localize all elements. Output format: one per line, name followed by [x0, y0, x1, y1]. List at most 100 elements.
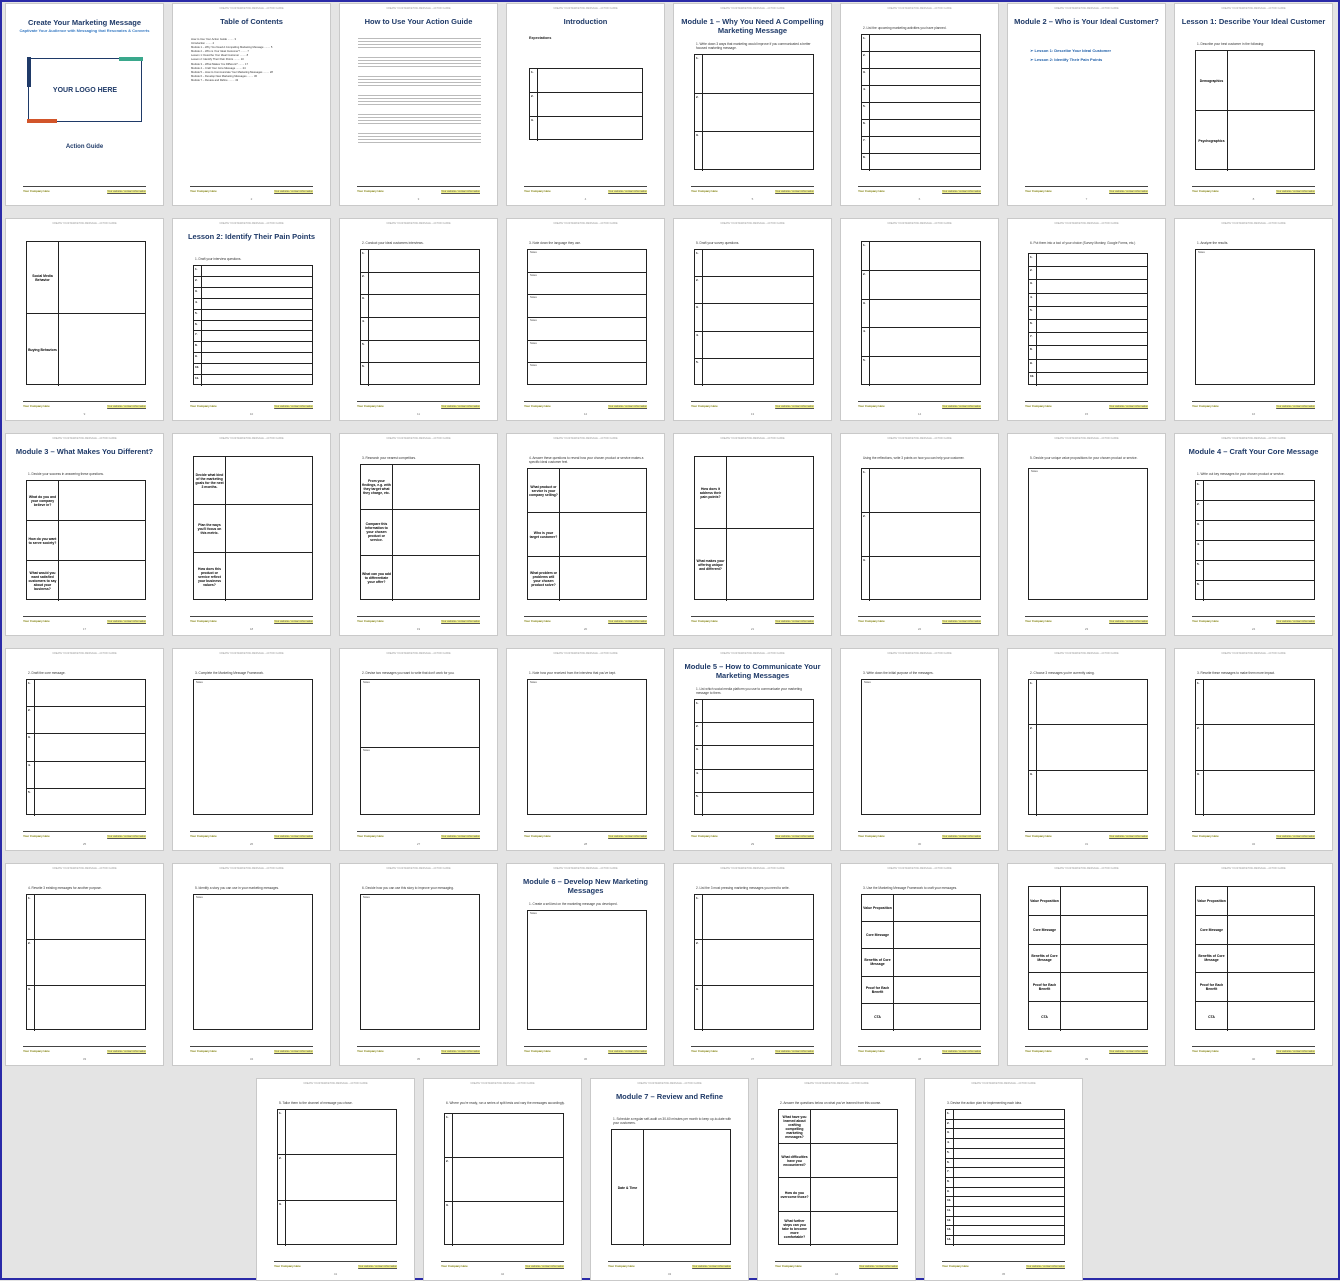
- table-row[interactable]: 3.: [862, 557, 980, 601]
- table-row[interactable]: 1.: [695, 55, 813, 94]
- table-row[interactable]: 3.: [1029, 770, 1147, 816]
- table-row[interactable]: 5.: [946, 1148, 1064, 1159]
- table-row[interactable]: 1.: [445, 1114, 563, 1158]
- page-thumbnail[interactable]: CREATE YOUR MARKETING MESSAGE – ACTION G…: [5, 863, 164, 1066]
- table-row[interactable]: 6.: [946, 1158, 1064, 1169]
- page-thumbnail[interactable]: CREATE YOUR MARKETING MESSAGE – ACTION G…: [673, 863, 832, 1066]
- page-thumbnail[interactable]: CREATE YOUR MARKETING MESSAGE – ACTION G…: [172, 218, 331, 421]
- table-row[interactable]: 5.: [695, 358, 813, 386]
- notes-box[interactable]: Notes: [862, 680, 980, 816]
- page-thumbnail[interactable]: CREATE YOUR MARKETING MESSAGE – ACTION G…: [172, 433, 331, 636]
- table-row[interactable]: 1.: [361, 250, 479, 273]
- table-row[interactable]: 11.: [194, 375, 312, 386]
- page-thumbnail[interactable]: CREATE YOUR MARKETING MESSAGE – ACTION G…: [757, 1078, 916, 1281]
- page-thumbnail[interactable]: CREATE YOUR MARKETING MESSAGE – ACTION G…: [339, 648, 498, 851]
- table-row[interactable]: 1.: [695, 895, 813, 941]
- page-thumbnail[interactable]: CREATE YOUR MARKETING MESSAGE – ACTION G…: [1174, 863, 1333, 1066]
- page-thumbnail[interactable]: CREATE YOUR MARKETING MESSAGE – ACTION G…: [1174, 218, 1333, 421]
- table-row[interactable]: 3.: [862, 299, 980, 329]
- table-row[interactable]: 8.: [946, 1177, 1064, 1188]
- table-row[interactable]: 3.: [1196, 770, 1314, 816]
- table-row[interactable]: 4.: [946, 1139, 1064, 1149]
- table-row[interactable]: 1.: [862, 469, 980, 513]
- table-row[interactable]: 4.: [361, 317, 479, 341]
- table-row[interactable]: 3.: [194, 287, 312, 299]
- table-row[interactable]: CTA: [862, 1003, 980, 1031]
- table-row[interactable]: Demographics: [1196, 51, 1314, 111]
- table-row[interactable]: 2.: [946, 1119, 1064, 1130]
- table-row[interactable]: What can you add to differentiate your o…: [361, 555, 479, 601]
- table-row[interactable]: 3.: [695, 746, 813, 770]
- table-row[interactable]: Core Message: [862, 922, 980, 950]
- notes-box[interactable]: Notes: [528, 318, 646, 341]
- page-thumbnail[interactable]: CREATE YOUR MARKETING MESSAGE – ACTION G…: [5, 218, 164, 421]
- page-thumbnail[interactable]: CREATE YOUR MARKETING MESSAGE – ACTION G…: [339, 3, 498, 206]
- table-row[interactable]: 1.: [862, 35, 980, 52]
- table-row[interactable]: 2.: [1029, 267, 1147, 281]
- table-row[interactable]: What do you and your company believe in?: [27, 481, 145, 521]
- page-thumbnail[interactable]: Create Your Marketing Message Captivate Y…: [5, 3, 164, 206]
- table-row[interactable]: 14.: [946, 1236, 1064, 1246]
- page-thumbnail[interactable]: CREATE YOUR MARKETING MESSAGE – ACTION G…: [673, 433, 832, 636]
- table-row[interactable]: 6.: [1196, 581, 1314, 601]
- table-row[interactable]: 7.: [1029, 333, 1147, 347]
- notes-box[interactable]: Notes: [1029, 469, 1147, 601]
- table-row[interactable]: 1.: [27, 680, 145, 708]
- table-row[interactable]: 1.: [1029, 680, 1147, 726]
- table-row[interactable]: How do you overcome those?: [779, 1178, 897, 1212]
- table-row[interactable]: 9.: [946, 1187, 1064, 1198]
- table-row[interactable]: 2.: [27, 940, 145, 986]
- table-row[interactable]: 3.: [695, 132, 813, 171]
- table-row[interactable]: 2.: [695, 277, 813, 305]
- table-row[interactable]: 9.: [1029, 359, 1147, 373]
- table-row[interactable]: 7.: [946, 1168, 1064, 1178]
- page-thumbnail[interactable]: CREATE YOUR MARKETING MESSAGE – ACTION G…: [339, 218, 498, 421]
- table-row[interactable]: What problem or problems will your chose…: [528, 557, 646, 601]
- table-row[interactable]: 10.: [194, 364, 312, 376]
- table-row[interactable]: 9.: [194, 353, 312, 365]
- table-row[interactable]: 5.: [27, 788, 145, 816]
- table-row[interactable]: 1.: [695, 250, 813, 278]
- table-row[interactable]: Decide what kind of the marketing goals …: [194, 457, 312, 505]
- page-thumbnail[interactable]: CREATE YOUR MARKETING MESSAGE – ACTION G…: [673, 3, 832, 206]
- table-row[interactable]: 10.: [1029, 372, 1147, 386]
- table-row[interactable]: 2.: [361, 272, 479, 296]
- table-row[interactable]: 3.: [695, 304, 813, 332]
- table-row[interactable]: 5.: [862, 103, 980, 120]
- table-row[interactable]: How does it address their pain points?: [695, 457, 813, 529]
- table-row[interactable]: 10.: [946, 1197, 1064, 1208]
- page-thumbnail[interactable]: CREATE YOUR MARKETING MESSAGE – ACTION G…: [506, 648, 665, 851]
- page-thumbnail[interactable]: CREATE YOUR MARKETING MESSAGE – ACTION G…: [423, 1078, 582, 1281]
- table-row[interactable]: 2.: [862, 513, 980, 557]
- table-row[interactable]: Buying Behaviors: [27, 314, 145, 386]
- table-row[interactable]: 2.: [445, 1158, 563, 1202]
- page-thumbnail[interactable]: CREATE YOUR MARKETING MESSAGE – ACTION G…: [506, 3, 665, 206]
- table-row[interactable]: Value Proposition: [1196, 887, 1314, 916]
- table-row[interactable]: 4.: [27, 761, 145, 789]
- notes-box[interactable]: Notes: [194, 895, 312, 1031]
- table-row[interactable]: 6.: [862, 120, 980, 137]
- notes-box[interactable]: Notes: [528, 273, 646, 296]
- page-thumbnail[interactable]: CREATE YOUR MARKETING MESSAGE – ACTION G…: [1007, 863, 1166, 1066]
- table-row[interactable]: Proof for Each Benefit: [862, 976, 980, 1004]
- table-row[interactable]: 6.: [1029, 319, 1147, 334]
- table-row[interactable]: Core Message: [1196, 915, 1314, 945]
- table-row[interactable]: 1.: [530, 69, 642, 93]
- notes-box[interactable]: Notes: [528, 363, 646, 386]
- page-thumbnail[interactable]: CREATE YOUR MARKETING MESSAGE – ACTION G…: [1007, 3, 1166, 206]
- table-row[interactable]: 7.: [194, 331, 312, 343]
- page-thumbnail[interactable]: CREATE YOUR MARKETING MESSAGE – ACTION G…: [506, 863, 665, 1066]
- table-row[interactable]: 2.: [1196, 501, 1314, 521]
- page-thumbnail[interactable]: CREATE YOUR MARKETING MESSAGE – ACTION G…: [506, 218, 665, 421]
- page-thumbnail[interactable]: CREATE YOUR MARKETING MESSAGE – ACTION G…: [673, 218, 832, 421]
- notes-box[interactable]: Notes: [528, 341, 646, 364]
- table-row[interactable]: 2.: [1196, 725, 1314, 771]
- table-row[interactable]: 1.: [278, 1110, 396, 1156]
- table-row[interactable]: How does this product or service reflect…: [194, 553, 312, 601]
- table-row[interactable]: 3.: [1196, 521, 1314, 541]
- page-thumbnail[interactable]: CREATE YOUR MARKETING MESSAGE – ACTION G…: [924, 1078, 1083, 1281]
- table-row[interactable]: 6.: [194, 320, 312, 332]
- table-row[interactable]: 6.: [361, 363, 479, 386]
- table-row[interactable]: 5.: [361, 340, 479, 364]
- notes-box[interactable]: Notes: [528, 250, 646, 273]
